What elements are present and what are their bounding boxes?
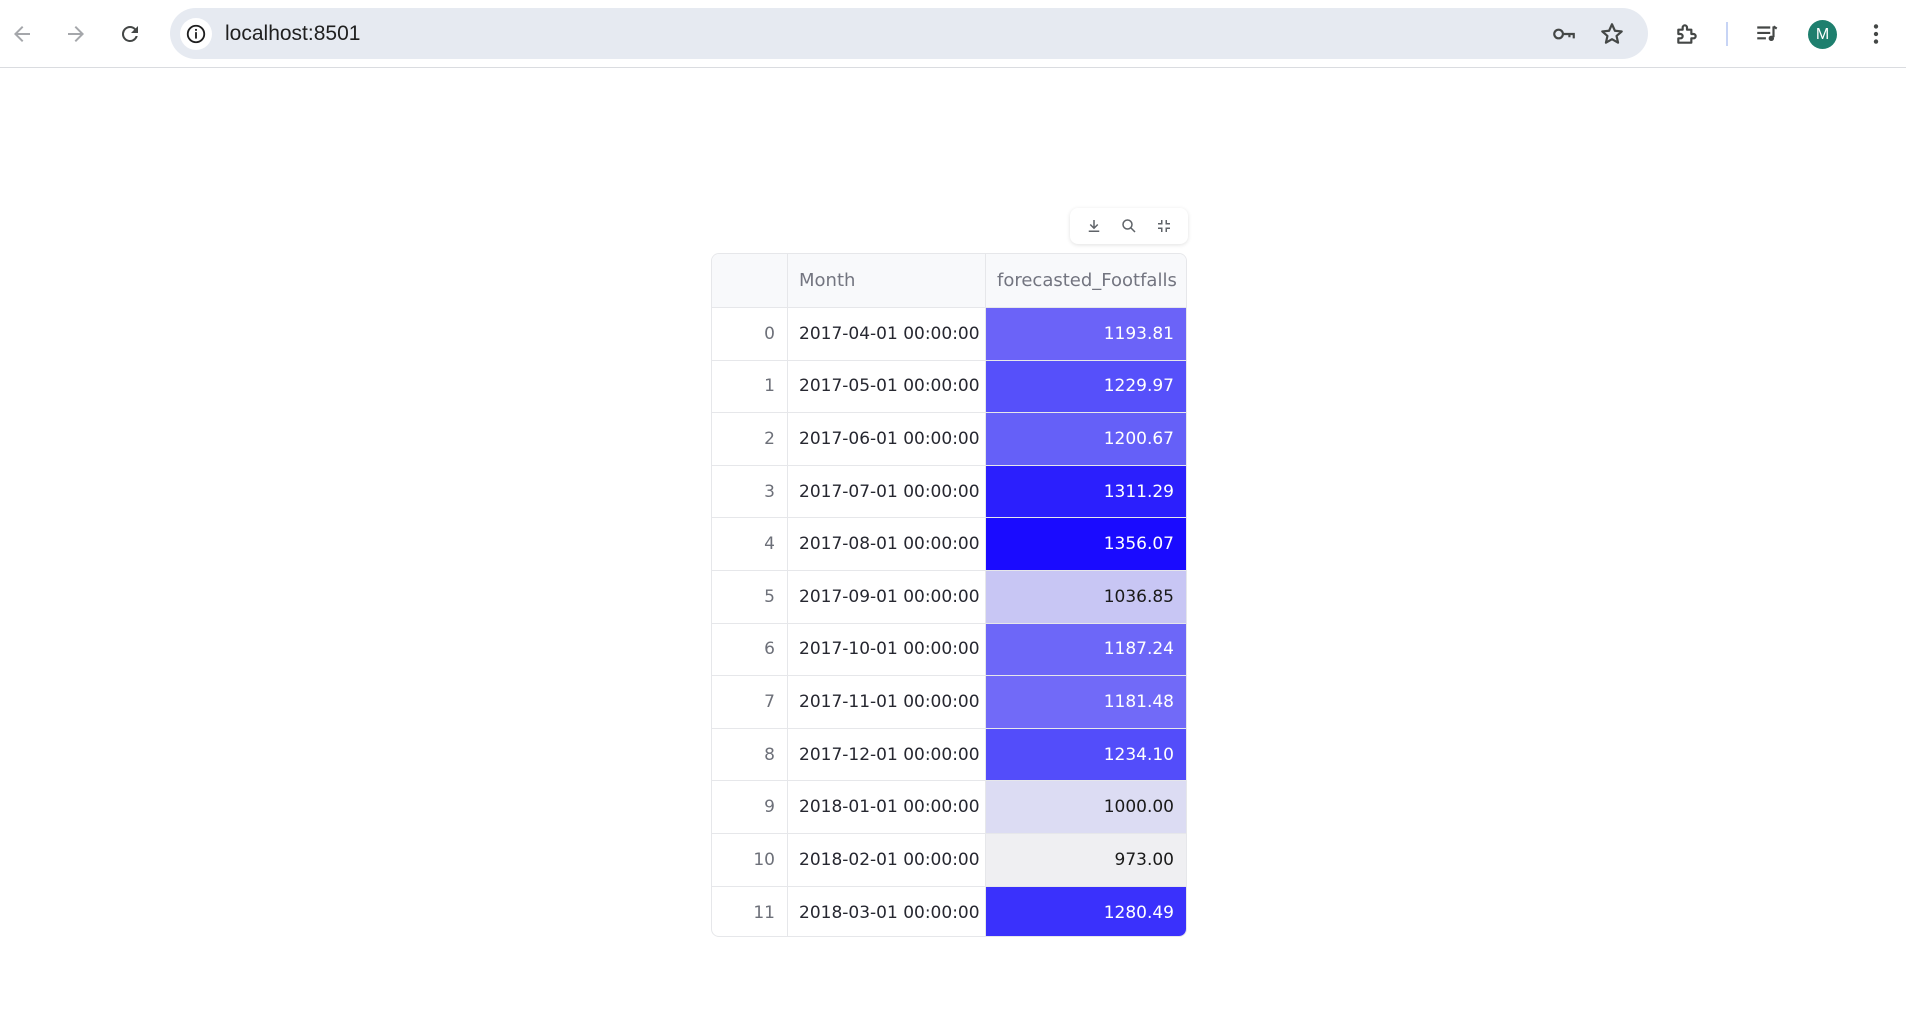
forecasted-footfalls-cell[interactable]: 1234.10: [986, 728, 1186, 781]
month-cell[interactable]: 2017-08-01 00:00:00: [788, 518, 986, 570]
reload-icon: [121, 25, 138, 42]
month-cell[interactable]: 2017-12-01 00:00:00: [788, 728, 986, 781]
row-index[interactable]: 8: [712, 728, 788, 781]
profile-avatar[interactable]: M: [1808, 20, 1837, 49]
browser-menu-button[interactable]: [1856, 14, 1896, 54]
media-control-icon: [1757, 25, 1778, 42]
key-icon: [1553, 28, 1575, 40]
row-index[interactable]: 10: [712, 833, 788, 886]
row-index[interactable]: 1: [712, 360, 788, 413]
month-cell[interactable]: 2017-11-01 00:00:00: [788, 676, 986, 728]
forecasted-footfalls-cell[interactable]: 1187.24: [986, 623, 1186, 676]
search-icon: [1122, 219, 1136, 233]
table-row[interactable]: 5 2017-09-01 00:00:00 1036.85: [712, 570, 1186, 624]
site-info-button[interactable]: [180, 18, 212, 50]
forecasted-footfalls-cell[interactable]: 1200.67: [986, 413, 1186, 465]
table-row[interactable]: 7 2017-11-01 00:00:00 1181.48: [712, 676, 1186, 729]
row-index[interactable]: 3: [712, 465, 788, 518]
forecasted-footfalls-cell[interactable]: 1280.49: [986, 886, 1186, 936]
forecasted-footfalls-cell[interactable]: 1356.07: [986, 518, 1186, 570]
table-row[interactable]: 11 2018-03-01 00:00:00 1280.49: [712, 886, 1186, 936]
table-row[interactable]: 1 2017-05-01 00:00:00 1229.97: [712, 360, 1186, 414]
arrow-left-icon: [14, 26, 30, 42]
kebab-menu-icon: [1873, 24, 1879, 44]
month-cell[interactable]: 2017-05-01 00:00:00: [788, 360, 986, 413]
month-column-header[interactable]: Month: [788, 254, 986, 307]
download-button[interactable]: [1080, 212, 1108, 240]
forecasted-footfalls-column-header[interactable]: forecasted_Footfalls: [986, 254, 1186, 307]
bookmark-button[interactable]: [1596, 18, 1628, 50]
table-row[interactable]: 10 2018-02-01 00:00:00 973.00: [712, 833, 1186, 887]
table-header-row: Month forecasted_Footfalls: [712, 254, 1186, 308]
row-index[interactable]: 0: [712, 308, 788, 360]
fullscreen-exit-icon: [1158, 220, 1171, 232]
download-icon: [1088, 220, 1099, 232]
month-cell[interactable]: 2017-09-01 00:00:00: [788, 570, 986, 623]
puzzle-icon: [1677, 24, 1697, 44]
password-manager-button[interactable]: [1548, 18, 1580, 50]
toolbar-divider: [1726, 22, 1728, 46]
table-row[interactable]: 0 2017-04-01 00:00:00 1193.81: [712, 308, 1186, 361]
month-cell[interactable]: 2017-06-01 00:00:00: [788, 413, 986, 465]
forecasted-footfalls-cell[interactable]: 973.00: [986, 833, 1186, 886]
search-button[interactable]: [1115, 212, 1143, 240]
row-index[interactable]: 7: [712, 676, 788, 728]
table-body: 0 2017-04-01 00:00:00 1193.81 1 2017-05-01 0…: [712, 308, 1186, 936]
fullscreen-exit-button[interactable]: [1150, 212, 1178, 240]
month-cell[interactable]: 2018-03-01 00:00:00: [788, 886, 986, 936]
table-row[interactable]: 4 2017-08-01 00:00:00 1356.07: [712, 518, 1186, 571]
month-cell[interactable]: 2017-10-01 00:00:00: [788, 623, 986, 676]
month-cell[interactable]: 2017-07-01 00:00:00: [788, 465, 986, 518]
dataframe-toolbar: [1070, 208, 1188, 244]
table-row[interactable]: 8 2017-12-01 00:00:00 1234.10: [712, 728, 1186, 782]
media-control-button[interactable]: [1747, 14, 1787, 54]
back-button[interactable]: [2, 14, 42, 54]
forecasted-footfalls-cell[interactable]: 1311.29: [986, 465, 1186, 518]
arrow-right-icon: [68, 26, 84, 42]
row-index[interactable]: 2: [712, 413, 788, 465]
star-icon: [1601, 23, 1623, 44]
reload-button[interactable]: [110, 14, 150, 54]
address-bar[interactable]: localhost:8501: [170, 8, 1648, 59]
forecasted-footfalls-cell[interactable]: 1036.85: [986, 570, 1186, 623]
row-index[interactable]: 6: [712, 623, 788, 676]
extensions-button[interactable]: [1667, 14, 1707, 54]
forecasted-footfalls-cell[interactable]: 1000.00: [986, 781, 1186, 833]
dataframe-table[interactable]: Month forecasted_Footfalls 0 2017-04-01 0…: [711, 253, 1187, 937]
table-row[interactable]: 6 2017-10-01 00:00:00 1187.24: [712, 623, 1186, 677]
forecasted-footfalls-cell[interactable]: 1193.81: [986, 308, 1186, 360]
table-row[interactable]: 3 2017-07-01 00:00:00 1311.29: [712, 465, 1186, 519]
index-column-header[interactable]: [712, 254, 788, 307]
row-index[interactable]: 11: [712, 886, 788, 936]
row-index[interactable]: 9: [712, 781, 788, 833]
forecasted-footfalls-cell[interactable]: 1181.48: [986, 676, 1186, 728]
browser-toolbar: localhost:8501 M: [0, 0, 1906, 68]
row-index[interactable]: 4: [712, 518, 788, 570]
table-row[interactable]: 9 2018-01-01 00:00:00 1000.00: [712, 781, 1186, 834]
info-icon: [186, 24, 206, 44]
month-cell[interactable]: 2018-01-01 00:00:00: [788, 781, 986, 833]
table-row[interactable]: 2 2017-06-01 00:00:00 1200.67: [712, 413, 1186, 466]
url-text[interactable]: localhost:8501: [225, 8, 360, 59]
row-index[interactable]: 5: [712, 570, 788, 623]
month-cell[interactable]: 2017-04-01 00:00:00: [788, 308, 986, 360]
forward-button[interactable]: [56, 14, 96, 54]
forecasted-footfalls-cell[interactable]: 1229.97: [986, 360, 1186, 413]
month-cell[interactable]: 2018-02-01 00:00:00: [788, 833, 986, 886]
